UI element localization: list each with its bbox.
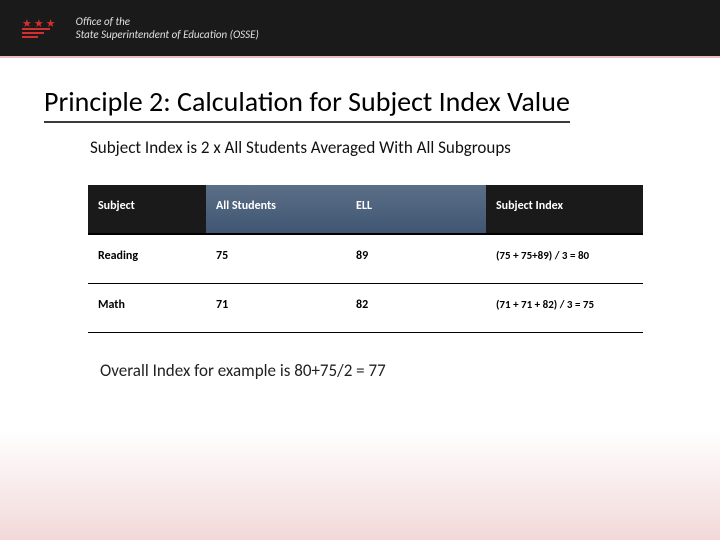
cell-formula: (71 + 71 + 82) / 3 = 75 [486, 284, 643, 333]
dc-flag-icon: ★★★ [22, 19, 64, 38]
th-all-students: All Students [206, 185, 346, 234]
cell-subject: Math [88, 284, 206, 333]
overall-index-text: Overall Index for example is 80+75/2 = 7… [100, 360, 386, 381]
th-subject: Subject [88, 185, 206, 234]
slide-subtitle: Subject Index is 2 x All Students Averag… [90, 137, 511, 158]
slide-title: Principle 2: Calculation for Subject Ind… [44, 84, 570, 123]
table-row: Math 71 82 (71 + 71 + 82) / 3 = 75 [88, 284, 643, 333]
subject-index-table: Subject All Students ELL Subject Index R… [88, 185, 643, 333]
flag-stars-icon: ★★★ [22, 19, 56, 28]
header-bar: ★★★ Office of the State Superintendent o… [0, 0, 720, 56]
bottom-gradient [0, 430, 720, 540]
header-divider [0, 56, 720, 58]
cell-formula: (75 + 75+89) / 3 = 80 [486, 234, 643, 284]
header-org-text: Office of the State Superintendent of Ed… [76, 15, 259, 41]
cell-all-students: 71 [206, 284, 346, 333]
header-line1: Office of the [76, 15, 259, 28]
flag-bars-icon [22, 28, 50, 38]
table-row: Reading 75 89 (75 + 75+89) / 3 = 80 [88, 234, 643, 284]
cell-ell: 82 [346, 284, 486, 333]
th-subject-index: Subject Index [486, 185, 643, 234]
th-ell: ELL [346, 185, 486, 234]
table-header-row: Subject All Students ELL Subject Index [88, 185, 643, 234]
cell-ell: 89 [346, 234, 486, 284]
cell-subject: Reading [88, 234, 206, 284]
cell-all-students: 75 [206, 234, 346, 284]
header-line2: State Superintendent of Education (OSSE) [76, 28, 259, 41]
slide: ★★★ Office of the State Superintendent o… [0, 0, 720, 540]
